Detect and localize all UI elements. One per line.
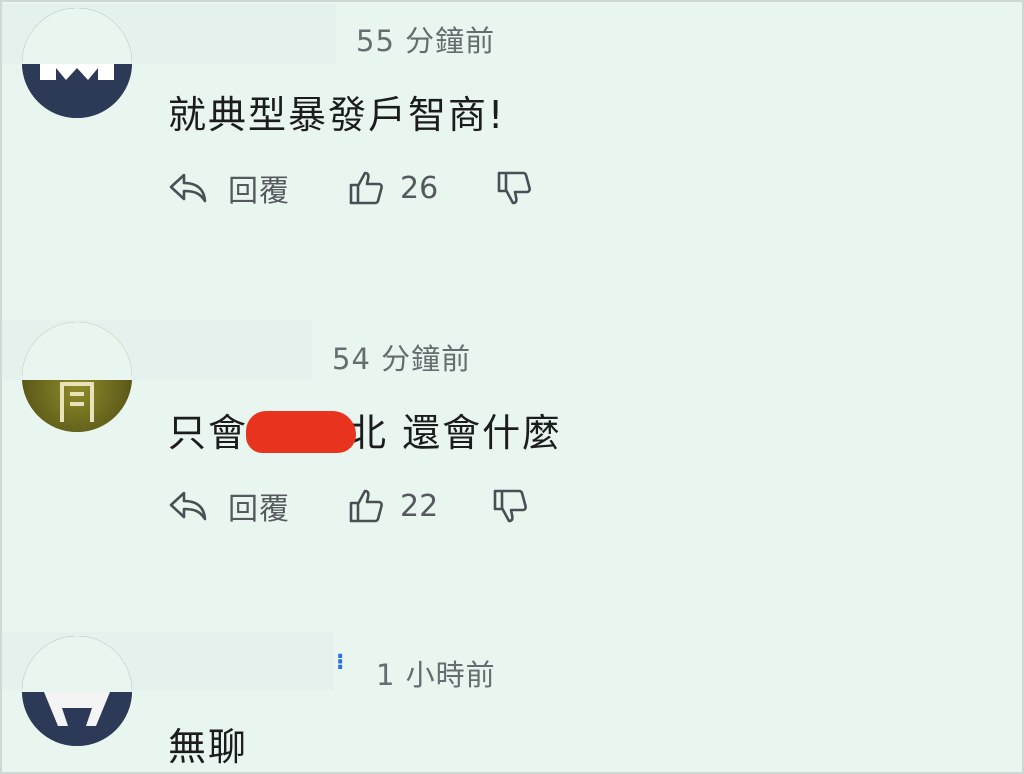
thumbs-down-icon (496, 170, 532, 206)
comment-actions: 回覆 22 (168, 484, 528, 528)
avatar-image (22, 8, 132, 118)
dislike-button[interactable] (496, 170, 532, 206)
dislike-button[interactable] (492, 488, 528, 524)
avatar[interactable] (22, 636, 132, 746)
like-count: 26 (400, 170, 439, 206)
thumbs-up-icon (348, 488, 384, 524)
comment-text: 只會 北 還會什麼 (168, 402, 562, 457)
avatar-image (22, 636, 132, 746)
reply-button[interactable]: 回覆 (168, 166, 290, 210)
reply-label: 回覆 (228, 174, 290, 209)
like-button[interactable]: 26 (348, 170, 438, 206)
avatar[interactable] (22, 322, 132, 432)
reply-icon (168, 171, 208, 205)
comment-text: 無聊 (168, 725, 249, 769)
like-count: 22 (400, 488, 439, 524)
comment-text-end: 北 還會什麼 (348, 411, 563, 455)
redaction-mark (246, 410, 357, 453)
comment-text-start: 只會 (168, 411, 249, 455)
comment-timestamp: 1 小時前 (376, 658, 496, 692)
thumbs-down-icon (492, 488, 528, 524)
comment-timestamp: 55 分鐘前 (356, 24, 496, 58)
avatar[interactable] (22, 8, 132, 118)
verified-badge-fragment: ⁝ (336, 650, 345, 675)
avatar-image (22, 322, 132, 432)
thumbs-up-icon (348, 170, 384, 206)
comment-text: 就典型暴發戶智商! (168, 93, 506, 137)
reply-label: 回覆 (228, 492, 290, 527)
reply-icon (168, 489, 208, 523)
comment-timestamp: 54 分鐘前 (332, 342, 472, 376)
reply-button[interactable]: 回覆 (168, 484, 290, 528)
like-button[interactable]: 22 (348, 488, 438, 524)
comment-actions: 回覆 26 (168, 166, 532, 210)
